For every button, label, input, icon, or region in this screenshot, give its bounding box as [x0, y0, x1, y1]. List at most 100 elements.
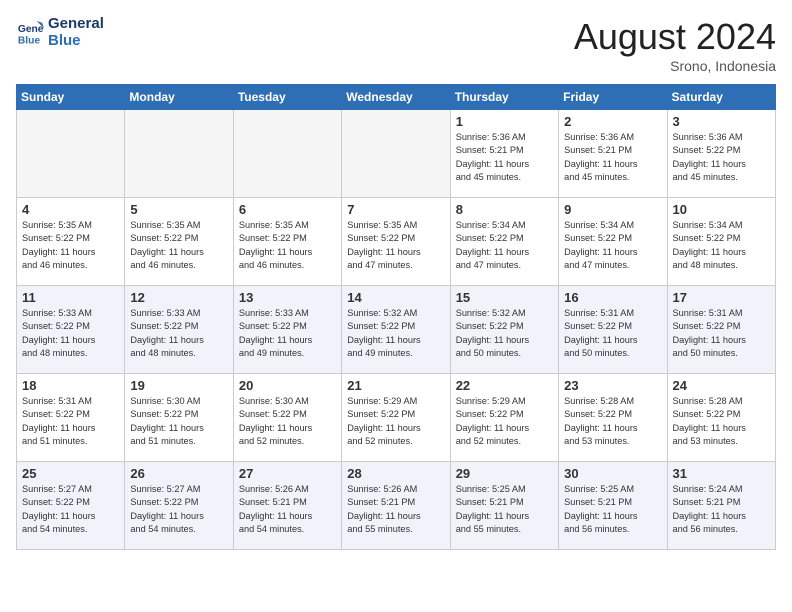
- calendar-day-number: 10: [673, 202, 770, 217]
- weekday-header-saturday: Saturday: [667, 85, 775, 110]
- calendar-cell: 2 Sunrise: 5:36 AM Sunset: 5:21 PM Daylig…: [559, 110, 667, 198]
- calendar-day-info: Sunrise: 5:33 AM Sunset: 5:22 PM Dayligh…: [239, 307, 336, 360]
- calendar-day-number: 26: [130, 466, 227, 481]
- calendar-day-info: Sunrise: 5:35 AM Sunset: 5:22 PM Dayligh…: [130, 219, 227, 272]
- calendar-cell: 9 Sunrise: 5:34 AM Sunset: 5:22 PM Daylig…: [559, 198, 667, 286]
- calendar-day-info: Sunrise: 5:36 AM Sunset: 5:21 PM Dayligh…: [456, 131, 553, 184]
- calendar-cell: 29Sunrise: 5:25 AM Sunset: 5:21 PM Dayli…: [450, 462, 558, 550]
- calendar-cell: 5Sunrise: 5:35 AM Sunset: 5:22 PM Daylig…: [125, 198, 233, 286]
- calendar-day-info: Sunrise: 5:34 AM Sunset: 5:22 PM Dayligh…: [456, 219, 553, 272]
- logo-blue: Blue: [48, 33, 104, 50]
- weekday-header-row: SundayMondayTuesdayWednesdayThursdayFrid…: [17, 85, 776, 110]
- calendar-cell: [342, 110, 450, 198]
- weekday-header-friday: Friday: [559, 85, 667, 110]
- calendar-day-number: 17: [673, 290, 770, 305]
- calendar-day-info: Sunrise: 5:35 AM Sunset: 5:22 PM Dayligh…: [22, 219, 119, 272]
- calendar-cell: 24 Sunrise: 5:28 AM Sunset: 5:22 PM Dayli…: [667, 374, 775, 462]
- calendar-day-number: 24: [673, 378, 770, 393]
- calendar-day-number: 18: [22, 378, 119, 393]
- calendar-day-info: Sunrise: 5:24 AM Sunset: 5:21 PM Dayligh…: [673, 483, 770, 536]
- calendar-week-row: 11 Sunrise: 5:33 AM Sunset: 5:22 PM Dayli…: [17, 286, 776, 374]
- calendar-cell: 1Sunrise: 5:36 AM Sunset: 5:21 PM Daylig…: [450, 110, 558, 198]
- calendar-day-info: Sunrise: 5:32 AM Sunset: 5:22 PM Dayligh…: [347, 307, 444, 360]
- calendar-day-number: 4: [22, 202, 119, 217]
- calendar-day-info: Sunrise: 5:34 AM Sunset: 5:22 PM Dayligh…: [673, 219, 770, 272]
- calendar-day-number: 2: [564, 114, 661, 129]
- logo: General Blue General Blue: [16, 16, 104, 49]
- weekday-header-tuesday: Tuesday: [233, 85, 341, 110]
- calendar-cell: [125, 110, 233, 198]
- calendar-cell: 28Sunrise: 5:26 AM Sunset: 5:21 PM Dayli…: [342, 462, 450, 550]
- calendar-week-row: 25Sunrise: 5:27 AM Sunset: 5:22 PM Dayli…: [17, 462, 776, 550]
- calendar-week-row: 18 Sunrise: 5:31 AM Sunset: 5:22 PM Dayli…: [17, 374, 776, 462]
- calendar-day-info: Sunrise: 5:35 AM Sunset: 5:22 PM Dayligh…: [239, 219, 336, 272]
- calendar-cell: 21 Sunrise: 5:29 AM Sunset: 5:22 PM Dayli…: [342, 374, 450, 462]
- calendar-day-info: Sunrise: 5:25 AM Sunset: 5:21 PM Dayligh…: [564, 483, 661, 536]
- calendar-cell: 19Sunrise: 5:30 AM Sunset: 5:22 PM Dayli…: [125, 374, 233, 462]
- calendar-day-number: 16: [564, 290, 661, 305]
- calendar-day-number: 19: [130, 378, 227, 393]
- calendar-day-number: 8: [456, 202, 553, 217]
- calendar-cell: 4 Sunrise: 5:35 AM Sunset: 5:22 PM Daylig…: [17, 198, 125, 286]
- calendar-week-row: 1Sunrise: 5:36 AM Sunset: 5:21 PM Daylig…: [17, 110, 776, 198]
- calendar-day-number: 15: [456, 290, 553, 305]
- calendar-day-info: Sunrise: 5:27 AM Sunset: 5:22 PM Dayligh…: [22, 483, 119, 536]
- calendar-cell: 30 Sunrise: 5:25 AM Sunset: 5:21 PM Dayli…: [559, 462, 667, 550]
- calendar-day-info: Sunrise: 5:27 AM Sunset: 5:22 PM Dayligh…: [130, 483, 227, 536]
- calendar-day-number: 7: [347, 202, 444, 217]
- calendar-cell: 11 Sunrise: 5:33 AM Sunset: 5:22 PM Dayli…: [17, 286, 125, 374]
- logo-icon: General Blue: [16, 19, 44, 47]
- calendar-day-info: Sunrise: 5:26 AM Sunset: 5:21 PM Dayligh…: [347, 483, 444, 536]
- calendar-cell: 20 Sunrise: 5:30 AM Sunset: 5:22 PM Dayli…: [233, 374, 341, 462]
- calendar-week-row: 4 Sunrise: 5:35 AM Sunset: 5:22 PM Daylig…: [17, 198, 776, 286]
- calendar-day-number: 3: [673, 114, 770, 129]
- calendar-day-info: Sunrise: 5:34 AM Sunset: 5:22 PM Dayligh…: [564, 219, 661, 272]
- weekday-header-thursday: Thursday: [450, 85, 558, 110]
- weekday-header-monday: Monday: [125, 85, 233, 110]
- calendar-cell: 13Sunrise: 5:33 AM Sunset: 5:22 PM Dayli…: [233, 286, 341, 374]
- calendar-cell: 15 Sunrise: 5:32 AM Sunset: 5:22 PM Dayli…: [450, 286, 558, 374]
- calendar-day-info: Sunrise: 5:28 AM Sunset: 5:22 PM Dayligh…: [673, 395, 770, 448]
- calendar-cell: 31 Sunrise: 5:24 AM Sunset: 5:21 PM Dayli…: [667, 462, 775, 550]
- calendar-cell: 12 Sunrise: 5:33 AM Sunset: 5:22 PM Dayli…: [125, 286, 233, 374]
- calendar-cell: 10 Sunrise: 5:34 AM Sunset: 5:22 PM Dayli…: [667, 198, 775, 286]
- calendar-cell: 25Sunrise: 5:27 AM Sunset: 5:22 PM Dayli…: [17, 462, 125, 550]
- calendar-day-info: Sunrise: 5:31 AM Sunset: 5:22 PM Dayligh…: [673, 307, 770, 360]
- calendar-day-number: 22: [456, 378, 553, 393]
- calendar-day-info: Sunrise: 5:32 AM Sunset: 5:22 PM Dayligh…: [456, 307, 553, 360]
- page-header: General Blue General Blue August 2024 Sr…: [16, 16, 776, 74]
- calendar-cell: 3 Sunrise: 5:36 AM Sunset: 5:22 PM Daylig…: [667, 110, 775, 198]
- calendar-day-info: Sunrise: 5:31 AM Sunset: 5:22 PM Dayligh…: [564, 307, 661, 360]
- calendar-cell: 23Sunrise: 5:28 AM Sunset: 5:22 PM Dayli…: [559, 374, 667, 462]
- calendar-day-number: 11: [22, 290, 119, 305]
- calendar-day-info: Sunrise: 5:25 AM Sunset: 5:21 PM Dayligh…: [456, 483, 553, 536]
- calendar-cell: 18 Sunrise: 5:31 AM Sunset: 5:22 PM Dayli…: [17, 374, 125, 462]
- month-year-title: August 2024: [574, 16, 776, 58]
- calendar-cell: [17, 110, 125, 198]
- calendar-cell: [233, 110, 341, 198]
- svg-text:General: General: [18, 24, 44, 35]
- calendar-day-info: Sunrise: 5:33 AM Sunset: 5:22 PM Dayligh…: [22, 307, 119, 360]
- calendar-day-info: Sunrise: 5:26 AM Sunset: 5:21 PM Dayligh…: [239, 483, 336, 536]
- calendar-day-number: 12: [130, 290, 227, 305]
- calendar-day-number: 31: [673, 466, 770, 481]
- calendar-day-number: 20: [239, 378, 336, 393]
- calendar-day-info: Sunrise: 5:36 AM Sunset: 5:22 PM Dayligh…: [673, 131, 770, 184]
- calendar-day-number: 9: [564, 202, 661, 217]
- logo-general: General: [48, 16, 104, 33]
- calendar-cell: 22 Sunrise: 5:29 AM Sunset: 5:22 PM Dayli…: [450, 374, 558, 462]
- calendar-day-number: 21: [347, 378, 444, 393]
- calendar-day-info: Sunrise: 5:29 AM Sunset: 5:22 PM Dayligh…: [456, 395, 553, 448]
- calendar-day-number: 14: [347, 290, 444, 305]
- calendar-day-number: 30: [564, 466, 661, 481]
- weekday-header-sunday: Sunday: [17, 85, 125, 110]
- calendar-day-info: Sunrise: 5:29 AM Sunset: 5:22 PM Dayligh…: [347, 395, 444, 448]
- calendar-cell: 16 Sunrise: 5:31 AM Sunset: 5:22 PM Dayli…: [559, 286, 667, 374]
- calendar-day-number: 6: [239, 202, 336, 217]
- calendar-day-info: Sunrise: 5:31 AM Sunset: 5:22 PM Dayligh…: [22, 395, 119, 448]
- calendar-cell: 14 Sunrise: 5:32 AM Sunset: 5:22 PM Dayli…: [342, 286, 450, 374]
- calendar-day-info: Sunrise: 5:35 AM Sunset: 5:22 PM Dayligh…: [347, 219, 444, 272]
- calendar-day-info: Sunrise: 5:33 AM Sunset: 5:22 PM Dayligh…: [130, 307, 227, 360]
- calendar-day-info: Sunrise: 5:30 AM Sunset: 5:22 PM Dayligh…: [239, 395, 336, 448]
- calendar-day-info: Sunrise: 5:36 AM Sunset: 5:21 PM Dayligh…: [564, 131, 661, 184]
